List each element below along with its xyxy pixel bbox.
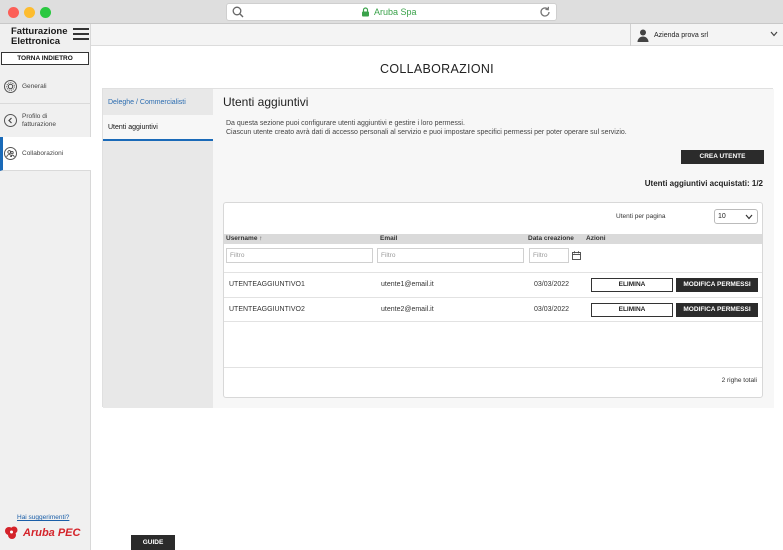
table-header: Username ↑ Email Data creazione Azioni bbox=[224, 234, 762, 244]
browser-titlebar: Aruba Spa bbox=[0, 0, 783, 24]
edit-permissions-button[interactable]: MODIFICA PERMESSI bbox=[676, 278, 758, 292]
maximize-window-button[interactable] bbox=[40, 7, 51, 18]
column-header-date[interactable]: Data creazione bbox=[528, 235, 574, 242]
column-header-username[interactable]: Username ↑ bbox=[226, 235, 263, 242]
people-icon bbox=[4, 147, 17, 160]
description-line-2: Ciascun utente creato avrà dati di acces… bbox=[226, 129, 627, 136]
table-row: UTENTEAGGIUNTIVO2 utente2@email.it 03/03… bbox=[224, 297, 762, 322]
sidebar-item-generali[interactable]: Generali bbox=[0, 70, 91, 104]
top-header: Azienda prova srl bbox=[91, 24, 783, 46]
column-header-actions: Azioni bbox=[586, 235, 606, 242]
per-page-label: Utenti per pagina bbox=[616, 213, 666, 220]
url-display: Aruba Spa bbox=[361, 7, 417, 17]
row-username: UTENTEAGGIUNTIVO1 bbox=[229, 281, 305, 288]
aruba-pec-logo: Aruba PEC bbox=[3, 525, 80, 541]
main-panel: Deleghe / Commercialisti Utenti aggiunti… bbox=[102, 88, 774, 408]
column-header-email[interactable]: Email bbox=[380, 235, 397, 242]
description-line-1: Da questa sezione puoi configurare utent… bbox=[226, 120, 465, 127]
calendar-icon[interactable] bbox=[572, 251, 581, 260]
hamburger-menu-icon[interactable] bbox=[73, 28, 89, 42]
suggestions-link[interactable]: Hai suggerimenti? bbox=[17, 514, 69, 521]
sub-navigation: Deleghe / Commercialisti Utenti aggiunti… bbox=[103, 89, 213, 408]
row-date: 03/03/2022 bbox=[534, 306, 570, 313]
content-area: Utenti aggiuntivi Da questa sezione puoi… bbox=[213, 89, 774, 408]
logo-text: Aruba PEC bbox=[23, 527, 81, 539]
sort-ascending-icon: ↑ bbox=[259, 235, 263, 242]
username-filter-input[interactable]: Filtro bbox=[226, 248, 373, 263]
brand-line-2: Elettronica bbox=[11, 36, 61, 47]
sidebar-item-label: Collaborazioni bbox=[22, 149, 64, 157]
delete-user-button[interactable]: ELIMINA bbox=[591, 303, 673, 317]
guide-button[interactable]: GUIDE bbox=[131, 535, 175, 550]
total-rows: 2 righe totali bbox=[721, 377, 757, 384]
chevron-down-icon bbox=[770, 31, 778, 37]
search-icon bbox=[232, 6, 244, 18]
date-filter-input[interactable]: Filtro bbox=[529, 248, 569, 263]
table-row: UTENTEAGGIUNTIVO1 utente1@email.it 03/03… bbox=[224, 272, 762, 297]
row-username: UTENTEAGGIUNTIVO2 bbox=[229, 306, 305, 313]
per-page-select[interactable]: 10 bbox=[714, 209, 758, 224]
users-table: Utenti per pagina 10 Username ↑ Email Da… bbox=[223, 202, 763, 398]
account-menu[interactable]: Azienda prova srl bbox=[630, 24, 783, 46]
row-date: 03/03/2022 bbox=[534, 281, 570, 288]
email-filter-input[interactable]: Filtro bbox=[377, 248, 524, 263]
sidebar-item-label: Generali bbox=[22, 82, 47, 90]
sidebar-item-profilo[interactable]: Profilo di fatturazione bbox=[0, 104, 91, 138]
lock-icon bbox=[362, 7, 369, 17]
purchased-users-count: Utenti aggiuntivi acquistati: 1/2 bbox=[644, 179, 763, 188]
app-brand: Fatturazione Elettronica bbox=[11, 27, 67, 47]
edit-permissions-button[interactable]: MODIFICA PERMESSI bbox=[676, 303, 758, 317]
page-title: COLLABORAZIONI bbox=[380, 62, 494, 76]
reload-icon[interactable] bbox=[538, 5, 552, 19]
sidebar-item-label: Profilo di fatturazione bbox=[22, 113, 56, 128]
address-bar[interactable]: Aruba Spa bbox=[226, 3, 557, 21]
user-icon bbox=[637, 29, 649, 42]
account-name: Azienda prova srl bbox=[654, 31, 709, 39]
row-email: utente1@email.it bbox=[381, 281, 434, 288]
sidebar-item-collaborazioni[interactable]: Collaborazioni bbox=[0, 137, 91, 171]
chevron-down-icon bbox=[745, 214, 753, 220]
per-page-value: 10 bbox=[718, 213, 726, 220]
table-footer: 2 righe totali bbox=[224, 367, 762, 397]
aruba-flower-icon bbox=[5, 526, 18, 539]
delete-user-button[interactable]: ELIMINA bbox=[591, 278, 673, 292]
section-description: Da questa sezione puoi configurare utent… bbox=[226, 119, 766, 137]
gear-icon bbox=[4, 80, 17, 93]
column-label: Username bbox=[226, 235, 258, 242]
row-email: utente2@email.it bbox=[381, 306, 434, 313]
url-text: Aruba Spa bbox=[374, 7, 417, 17]
subnav-utenti-aggiuntivi[interactable]: Utenti aggiuntivi bbox=[103, 115, 213, 141]
back-button[interactable]: TORNA INDIETRO bbox=[1, 52, 89, 65]
close-window-button[interactable] bbox=[8, 7, 19, 18]
minimize-window-button[interactable] bbox=[24, 7, 35, 18]
sidebar: Fatturazione Elettronica TORNA INDIETRO … bbox=[0, 24, 91, 550]
section-heading: Utenti aggiuntivi bbox=[223, 95, 309, 109]
create-user-button[interactable]: CREA UTENTE bbox=[681, 150, 764, 164]
subnav-deleghe[interactable]: Deleghe / Commercialisti bbox=[103, 90, 213, 116]
chevron-left-icon bbox=[4, 114, 17, 127]
